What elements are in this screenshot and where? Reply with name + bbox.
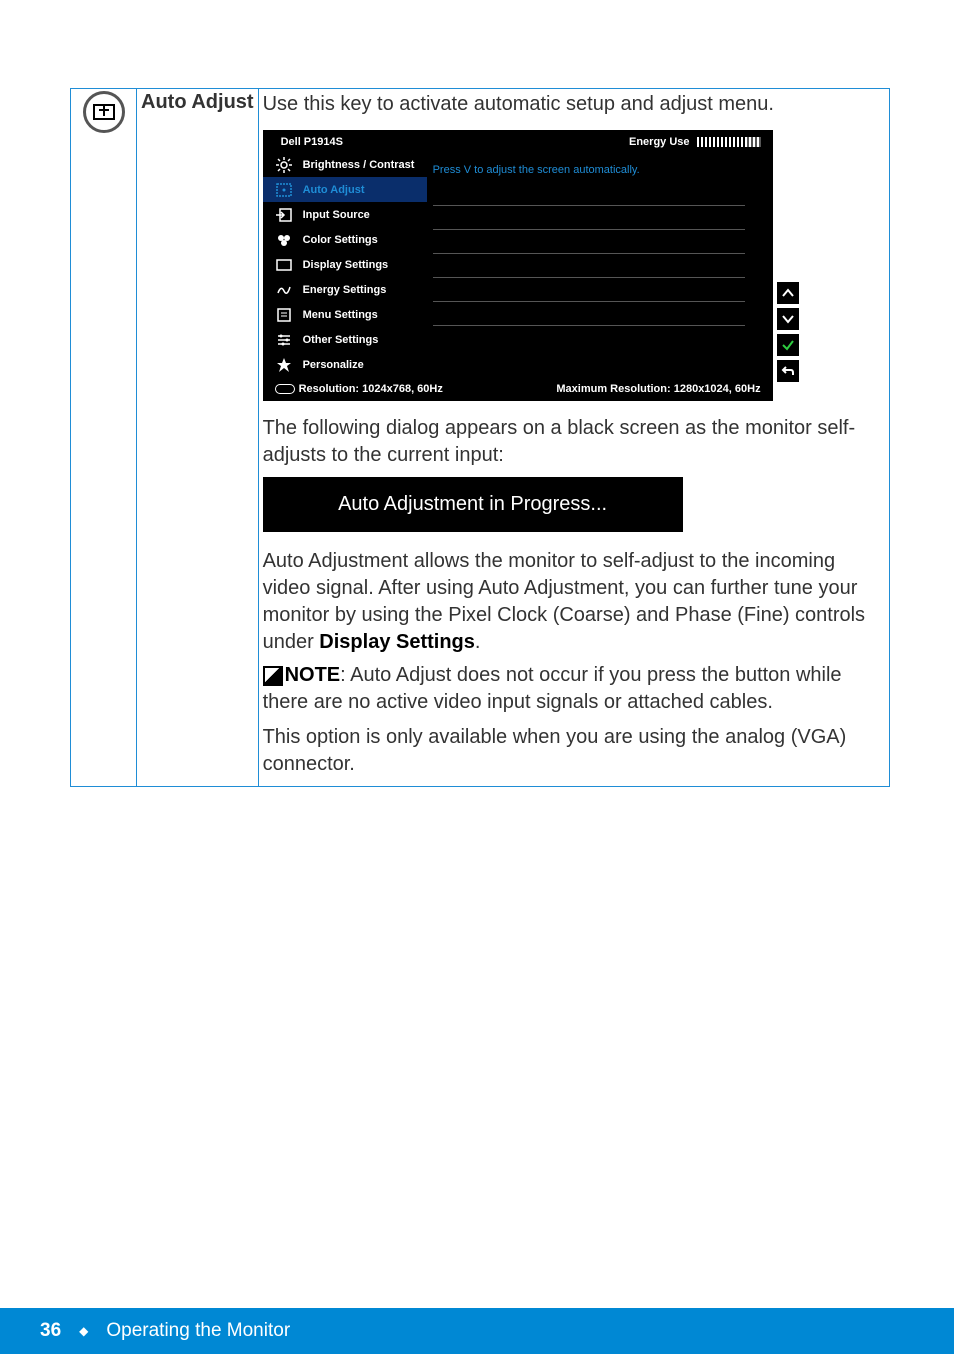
row-label: Auto Adjust [137, 89, 259, 787]
note-icon [263, 666, 283, 686]
row-description: Use this key to activate automatic setup… [258, 89, 889, 787]
other-settings-icon [275, 331, 293, 349]
page-number: 36 [40, 1320, 61, 1342]
footer-diamond-icon: ◆ [79, 1324, 88, 1338]
osd-energy: Energy Use [629, 136, 761, 148]
osd-screenshot: Dell P1914S Energy Use Brightness / Cont… [263, 130, 773, 401]
brightness-icon [275, 156, 293, 174]
auto-adjust-explain: Auto Adjustment allows the monitor to se… [263, 548, 885, 656]
color-settings-icon [275, 231, 293, 249]
auto-adjust-small-icon [275, 181, 293, 199]
auto-adjust-icon [83, 91, 125, 133]
osd-screenshot-wrap: Dell P1914S Energy Use Brightness / Cont… [263, 124, 773, 401]
input-source-icon [275, 206, 293, 224]
osd-item-display: Display Settings [263, 252, 427, 277]
osd-item-color: Color Settings [263, 227, 427, 252]
osd-menu: Brightness / Contrast Auto Adjust Input … [263, 152, 427, 377]
intro-text: Use this key to activate automatic setup… [263, 91, 885, 118]
menu-settings-icon [275, 306, 293, 324]
progress-dialog: Auto Adjustment in Progress... [263, 477, 683, 532]
osd-current-resolution: Resolution: 1024x768, 60Hz [275, 383, 443, 395]
row-icon-cell [71, 89, 137, 787]
key-ok [777, 334, 799, 356]
osd-item-other: Other Settings [263, 327, 427, 352]
osd-item-energy: Energy Settings [263, 277, 427, 302]
footer-section-title: Operating the Monitor [106, 1320, 290, 1342]
dialog-intro: The following dialog appears on a black … [263, 415, 885, 469]
vga-only: This option is only available when you a… [263, 724, 885, 778]
key-up [777, 282, 799, 304]
osd-side-keys [777, 282, 803, 382]
osd-model: Dell P1914S [281, 136, 343, 148]
resolution-icon [275, 384, 295, 394]
osd-item-input-source: Input Source [263, 202, 427, 227]
key-down [777, 308, 799, 330]
osd-item-personalize: Personalize [263, 352, 427, 377]
key-back [777, 360, 799, 382]
page-footer: 36 ◆ Operating the Monitor [0, 1308, 954, 1354]
osd-item-menu: Menu Settings [263, 302, 427, 327]
note-paragraph: NOTE: Auto Adjust does not occur if you … [263, 662, 885, 716]
osd-item-brightness: Brightness / Contrast [263, 152, 427, 177]
osd-max-resolution: Maximum Resolution: 1280x1024, 60Hz [556, 383, 760, 395]
feature-table: Auto Adjust Use this key to activate aut… [70, 88, 890, 787]
energy-bar-icon [697, 137, 761, 147]
display-settings-icon [275, 256, 293, 274]
personalize-icon [275, 356, 293, 374]
osd-item-auto-adjust: Auto Adjust [263, 177, 427, 202]
energy-settings-icon [275, 281, 293, 299]
osd-hint: Press V to adjust the screen automatical… [433, 164, 755, 182]
